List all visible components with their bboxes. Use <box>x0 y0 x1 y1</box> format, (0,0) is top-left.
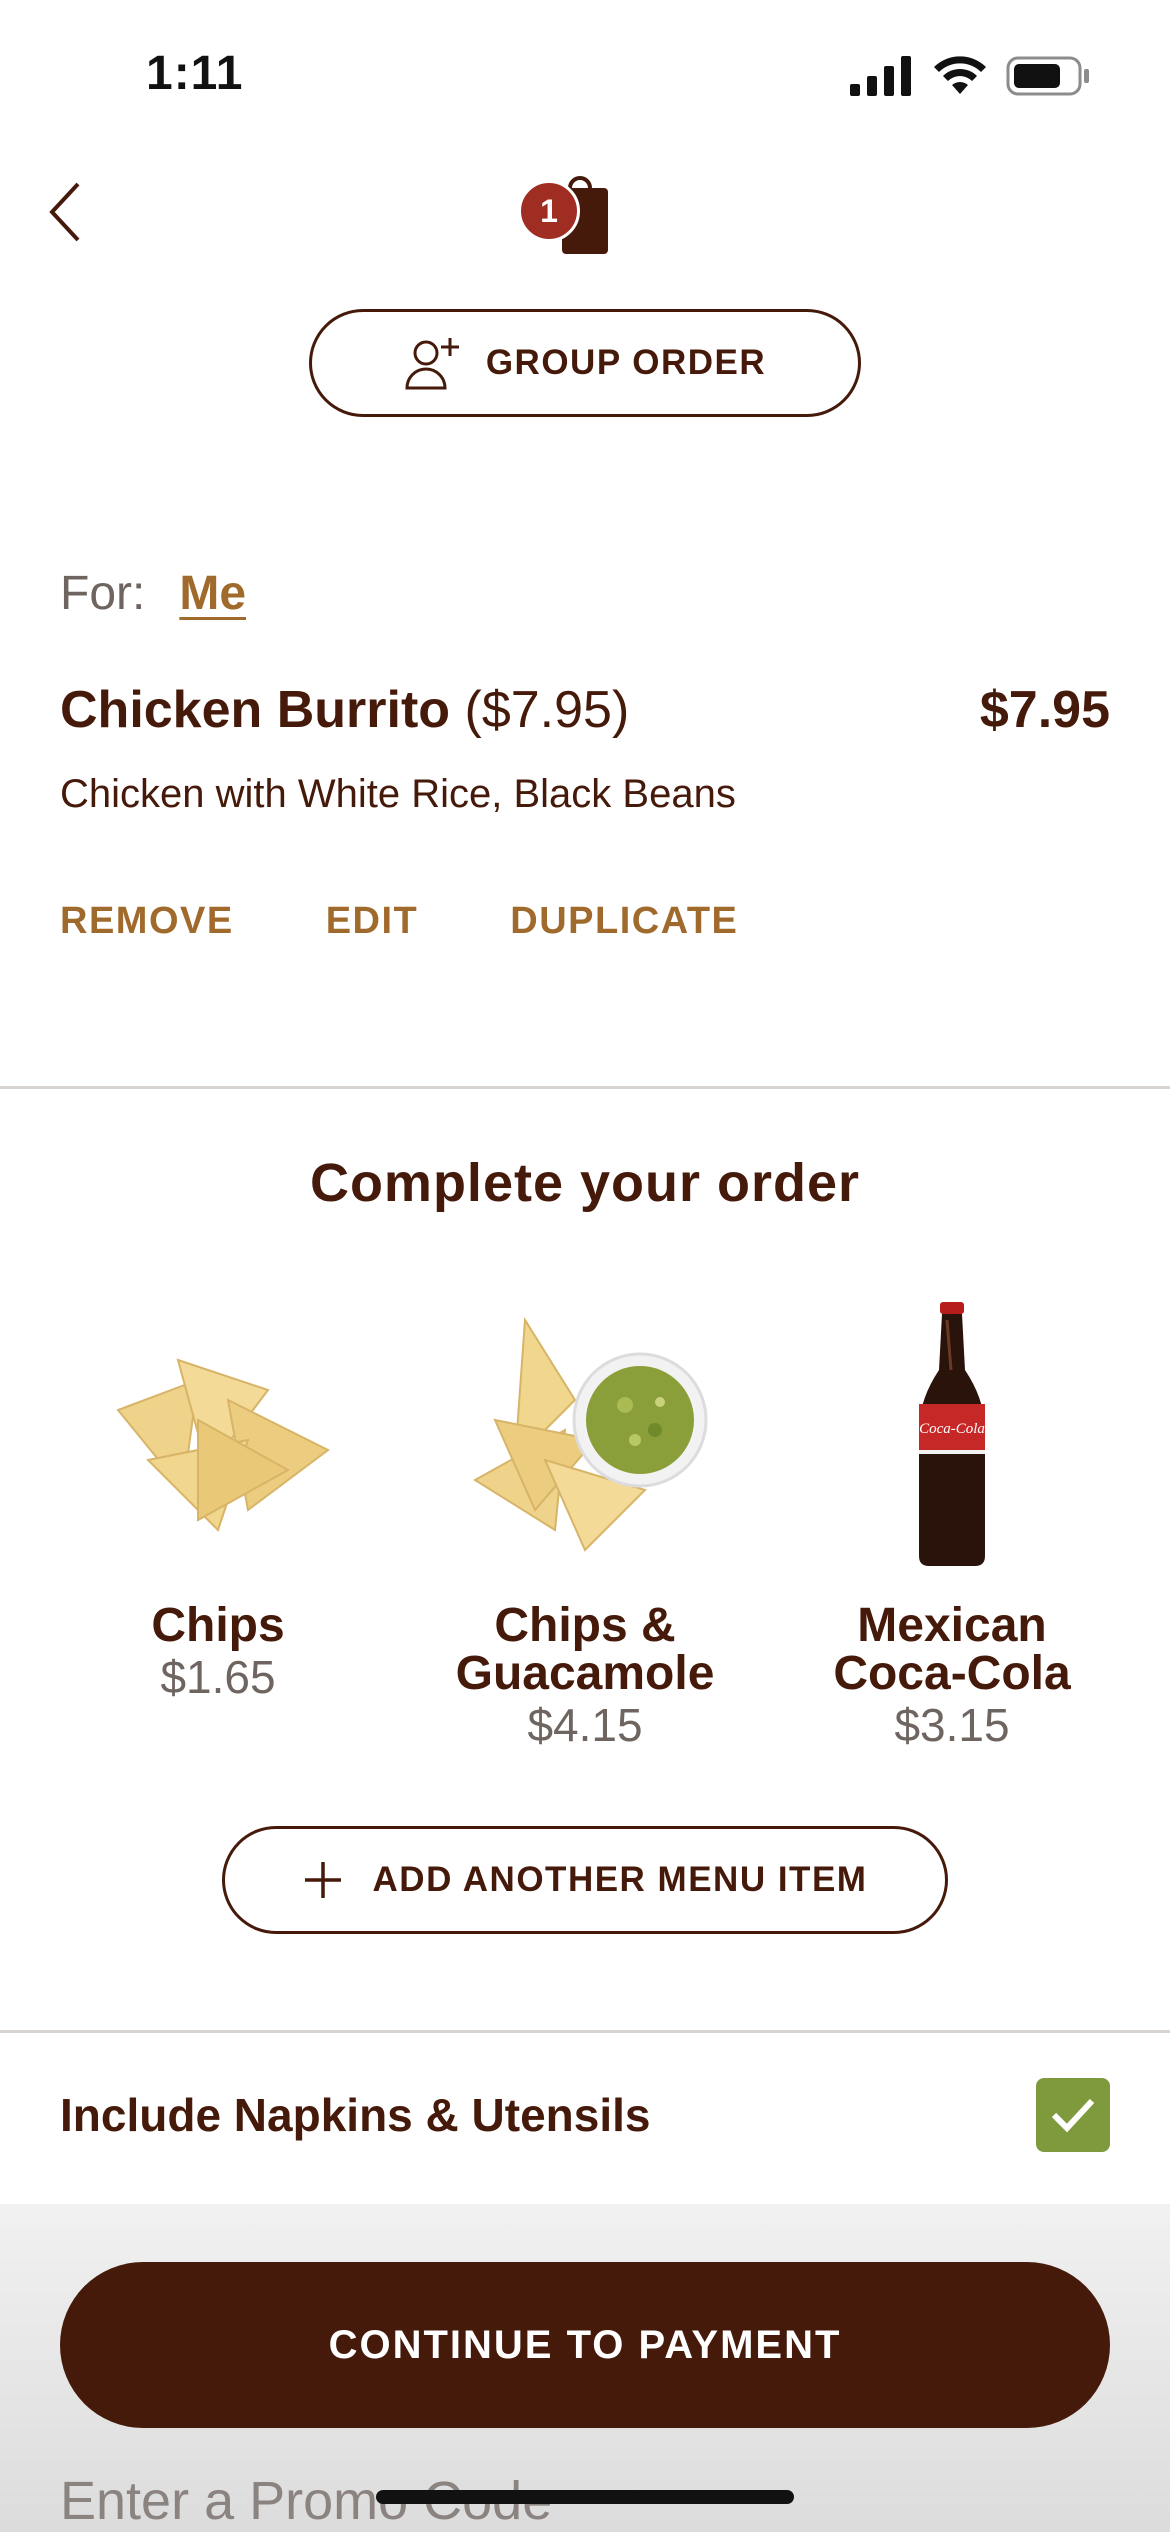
page: 1:11 1 GROUP ORDER For: Me Chicken Burri… <box>0 0 1170 2532</box>
order-for-row: For: Me <box>60 566 246 621</box>
item-name: Chicken Burrito ($7.95) <box>60 680 629 740</box>
status-icons <box>850 56 1090 96</box>
upsell-name-line1: Mexican <box>857 1599 1047 1652</box>
upsell-name: Mexican Coca-Cola <box>792 1602 1112 1698</box>
divider <box>0 2030 1170 2033</box>
plus-icon <box>304 1862 341 1898</box>
cart-count-badge: 1 <box>518 180 580 242</box>
item-total-price: $7.95 <box>979 681 1110 739</box>
upsell-name-line2: Guacamole <box>455 1647 715 1700</box>
divider <box>0 1086 1170 1089</box>
item-title: Chicken Burrito <box>60 681 451 739</box>
chips-icon <box>116 1358 330 1532</box>
group-order-button[interactable]: GROUP ORDER <box>309 309 861 417</box>
add-another-item-button[interactable]: ADD ANOTHER MENU ITEM <box>222 1826 948 1934</box>
duplicate-button[interactable]: DUPLICATE <box>510 900 738 943</box>
wifi-icon <box>934 56 986 94</box>
upsell-name: Chips & Guacamole <box>425 1602 745 1698</box>
for-name-link[interactable]: Me <box>179 566 246 621</box>
back-button[interactable] <box>44 180 94 250</box>
battery-icon <box>1006 56 1089 96</box>
remove-button[interactable]: REMOVE <box>60 900 234 943</box>
upsell-title: Complete your order <box>309 1153 861 1213</box>
continue-to-payment-button[interactable]: CONTINUE TO PAYMENT <box>60 2262 1110 2428</box>
upsell-image <box>58 1290 378 1580</box>
upsell-name: Chips <box>151 1599 285 1652</box>
chevron-left-icon <box>49 182 80 242</box>
item-actions: REMOVE EDIT DUPLICATE <box>60 900 738 943</box>
bottle-label: Coca-Cola <box>919 1421 985 1437</box>
napkins-checkbox[interactable] <box>1036 2078 1110 2152</box>
check-icon <box>1051 2098 1095 2133</box>
chips-guacamole-icon <box>473 1316 708 1552</box>
home-indicator <box>376 2490 794 2504</box>
napkins-label: Include Napkins & Utensils <box>60 2089 651 2141</box>
upsell-name-line2: Coca-Cola <box>833 1647 1071 1700</box>
upsell-image: Coca-Cola <box>792 1290 1112 1580</box>
for-label: For: <box>60 567 146 620</box>
upsell-image <box>425 1290 745 1580</box>
upsell-price: $3.15 <box>894 1699 1010 1751</box>
napkins-row: Include Napkins & Utensils <box>0 2034 1170 2204</box>
bag-button[interactable]: 1 <box>518 170 618 260</box>
upsell-name-line1: Chips & <box>494 1599 676 1652</box>
status-time: 1:11 <box>146 47 244 100</box>
upsell-item-mexican-coca-cola[interactable]: Coca-Cola Mexican Coca-Cola $3.15 <box>792 1290 1112 1750</box>
add-another-item-label: ADD ANOTHER MENU ITEM <box>372 1860 868 1899</box>
item-description: Chicken with White Rice, Black Beans <box>60 772 736 816</box>
person-add-icon <box>405 338 459 390</box>
item-unit-price: ($7.95) <box>464 681 630 739</box>
upsell-price: $4.15 <box>527 1699 643 1751</box>
upsell-price: $1.65 <box>160 1651 276 1703</box>
group-order-label: GROUP ORDER <box>485 343 767 382</box>
signal-icon <box>850 56 911 96</box>
edit-button[interactable]: EDIT <box>326 900 419 943</box>
coca-cola-bottle-icon: Coca-Cola <box>919 1302 985 1566</box>
upsell-item-chips[interactable]: Chips $1.65 <box>58 1290 378 1702</box>
upsell-item-chips-guacamole[interactable]: Chips & Guacamole $4.15 <box>425 1290 745 1750</box>
